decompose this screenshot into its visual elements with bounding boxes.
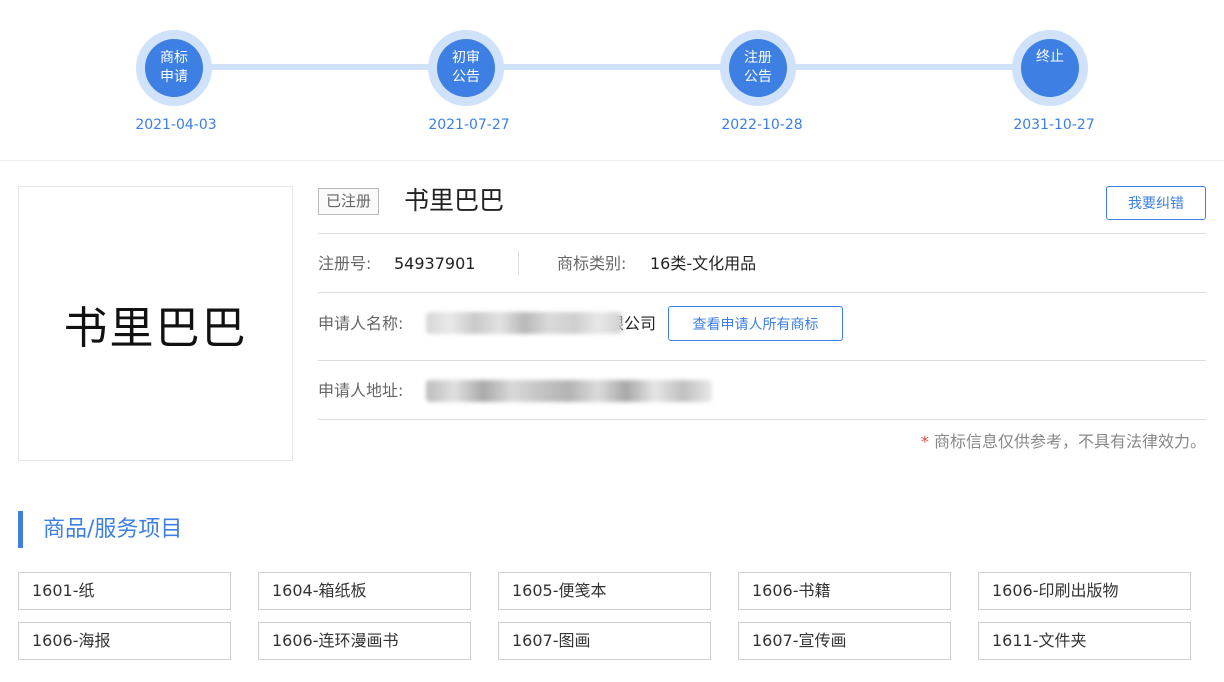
timeline-node-label: 注册	[744, 50, 772, 66]
goods-item: 1606-印刷出版物	[978, 572, 1191, 610]
goods-item: 1605-便笺本	[498, 572, 711, 610]
trademark-image: 书里巴巴	[18, 186, 293, 461]
reg-number-value: 54937901	[394, 254, 476, 273]
timeline-track	[174, 64, 1052, 70]
asterisk: *	[920, 432, 929, 451]
timeline-node-application: 商标 申请	[136, 30, 212, 106]
timeline-date: 2021-04-03	[135, 117, 217, 133]
goods-item: 1607-图画	[498, 622, 711, 660]
timeline-date: 2031-10-27	[1013, 117, 1095, 133]
divider	[318, 233, 1206, 234]
address-label: 申请人地址:	[318, 381, 404, 400]
goods-item: 1611-文件夹	[978, 622, 1191, 660]
timeline-node-label: 终止	[1036, 49, 1064, 65]
timeline-date: 2022-10-28	[721, 117, 803, 133]
timeline-date: 2021-07-27	[428, 117, 510, 133]
applicant-label: 申请人名称:	[318, 314, 404, 333]
divider	[318, 419, 1206, 420]
field-separator	[518, 251, 519, 275]
timeline-node-termination: 终止	[1012, 30, 1088, 106]
view-all-applicant-trademarks-button[interactable]: 查看申请人所有商标	[668, 306, 843, 341]
disclaimer-text: 商标信息仅供参考，不具有法律效力。	[933, 432, 1206, 451]
timeline-node-label: 商标	[160, 50, 188, 66]
status-badge: 已注册	[318, 188, 380, 215]
goods-item: 1601-纸	[18, 572, 231, 610]
timeline-node-preliminary: 初审 公告	[428, 30, 504, 106]
goods-item: 1606-连环漫画书	[258, 622, 471, 660]
divider	[318, 360, 1206, 361]
section-title: 商品/服务项目	[43, 517, 183, 542]
category-label: 商标类别:	[557, 254, 627, 273]
redacted-applicant-name	[426, 312, 622, 334]
category-value: 16类-文化用品	[650, 254, 757, 273]
trademark-image-text: 书里巴巴	[63, 302, 248, 354]
reg-number-label: 注册号:	[318, 254, 372, 273]
goods-item: 1606-海报	[18, 622, 231, 660]
goods-item: 1606-书籍	[738, 572, 951, 610]
goods-item: 1604-箱纸板	[258, 572, 471, 610]
report-error-button[interactable]: 我要纠错	[1106, 186, 1206, 220]
timeline-node-label: 公告	[452, 69, 480, 85]
disclaimer: * 商标信息仅供参考，不具有法律效力。	[921, 431, 1206, 453]
redacted-applicant-address	[426, 380, 712, 402]
timeline-node-label: 申请	[160, 69, 188, 85]
section-accent-bar	[18, 511, 23, 548]
divider	[318, 292, 1206, 293]
timeline-node-label: 公告	[744, 69, 772, 85]
goods-list: 1601-纸 1604-箱纸板 1605-便笺本 1606-书籍 1606-印刷…	[18, 572, 1191, 660]
trademark-name: 书里巴巴	[404, 186, 505, 215]
timeline-node-registration: 注册 公告	[720, 30, 796, 106]
goods-item: 1607-宣传画	[738, 622, 951, 660]
timeline-node-label: 初审	[452, 50, 480, 66]
status-timeline: 商标 申请 2021-04-03 初审 公告 2021-07-27 注册 公告 …	[0, 0, 1224, 161]
